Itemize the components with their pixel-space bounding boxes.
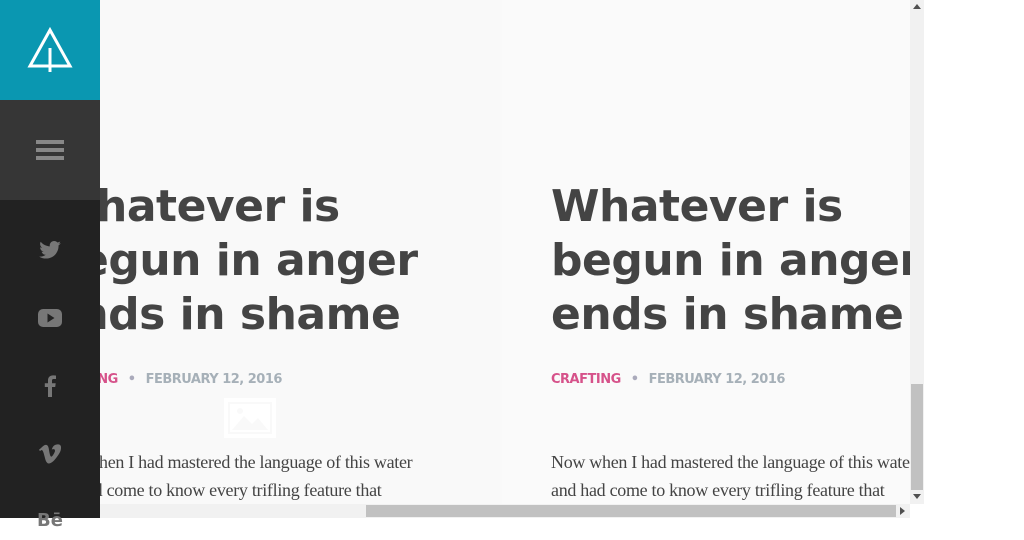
post-title[interactable]: Whatever is begun in anger ends in shame: [551, 180, 910, 342]
content-viewport: Whatever is begun in anger ends in shame…: [0, 0, 910, 504]
excerpt-line: and had come to know every trifling feat…: [48, 480, 382, 500]
post-title-line: ends in shame: [48, 289, 401, 340]
scroll-down-arrow-icon[interactable]: [913, 494, 921, 499]
post-title-line: begun in anger: [551, 235, 910, 286]
vertical-scroll-thumb[interactable]: [911, 384, 923, 490]
horizontal-scroll-thumb[interactable]: [366, 505, 896, 517]
meta-separator: •: [630, 372, 639, 387]
facebook-icon: [44, 375, 56, 397]
post-meta: CRAFTING • FEBRUARY 12, 2016: [551, 372, 785, 387]
post-title[interactable]: Whatever is begun in anger ends in shame: [48, 180, 418, 342]
horizontal-scrollbar[interactable]: [100, 504, 910, 518]
scroll-up-arrow-icon[interactable]: [913, 4, 921, 9]
vimeo-link[interactable]: [0, 434, 100, 474]
post-title-line: ends in shame: [551, 289, 904, 340]
vertical-scrollbar[interactable]: [910, 0, 924, 504]
hamburger-menu-icon: [36, 140, 64, 160]
image-placeholder-icon: [224, 398, 276, 438]
meta-separator: •: [127, 372, 136, 387]
post-date: FEBRUARY 12, 2016: [145, 372, 283, 387]
twitter-link[interactable]: [0, 230, 100, 270]
behance-icon: Bē: [37, 509, 63, 531]
vimeo-icon: [39, 444, 61, 464]
post-excerpt: Now when I had mastered the language of …: [551, 448, 910, 504]
youtube-icon: [38, 309, 62, 327]
post-title-line: Whatever is: [551, 181, 843, 232]
sidebar: Bē: [0, 0, 100, 531]
scroll-right-arrow-icon[interactable]: [900, 507, 905, 515]
post-excerpt: Now when I had mastered the language of …: [48, 448, 413, 504]
excerpt-line: Now when I had mastered the language of …: [551, 452, 910, 472]
behance-link[interactable]: Bē: [0, 500, 100, 540]
post-category-link[interactable]: CRAFTING: [551, 372, 621, 387]
twitter-icon: [39, 241, 61, 259]
facebook-link[interactable]: [0, 366, 100, 406]
menu-toggle-button[interactable]: [0, 100, 100, 200]
tree-logo-icon: [27, 26, 73, 72]
post-title-line: begun in anger: [48, 235, 418, 286]
youtube-link[interactable]: [0, 298, 100, 338]
post-date: FEBRUARY 12, 2016: [648, 372, 786, 387]
post-card[interactable]: Whatever is begun in anger ends in shame…: [502, 0, 910, 504]
excerpt-line: and had come to know every trifling feat…: [551, 480, 885, 500]
excerpt-line: Now when I had mastered the language of …: [48, 452, 413, 472]
post-title-line: Whatever is: [48, 181, 340, 232]
site-logo[interactable]: [0, 0, 100, 100]
